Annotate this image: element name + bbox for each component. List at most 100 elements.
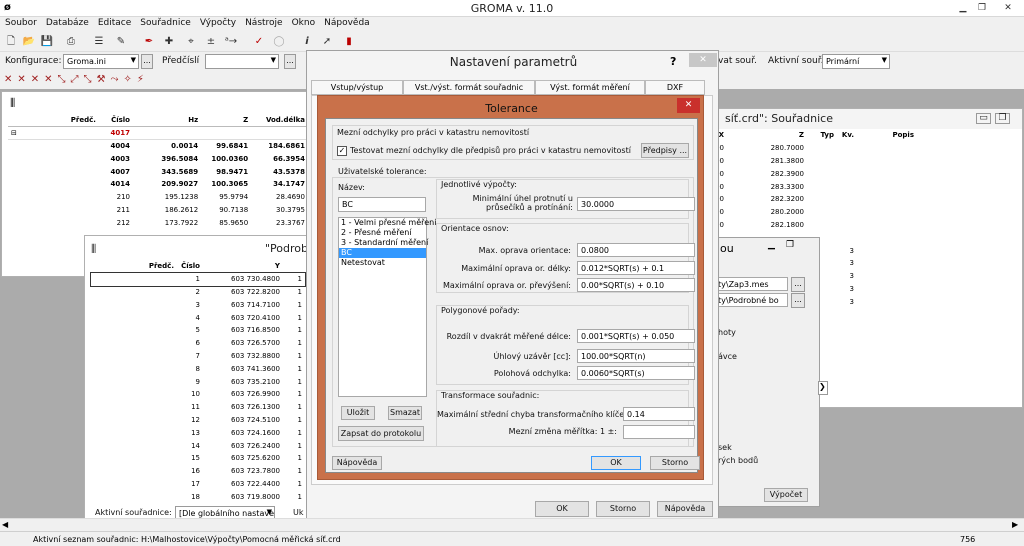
- tab-1[interactable]: Vst./výst. formát souřadnic: [403, 80, 535, 95]
- list-item[interactable]: 1 - Velmi přesné měření: [339, 218, 436, 228]
- list-item[interactable]: Netestovat: [339, 258, 426, 268]
- tab-3[interactable]: DXF: [645, 80, 705, 95]
- pos-dev-field[interactable]: 0.0060*SQRT(s): [577, 366, 695, 380]
- mes-browse-button[interactable]: ...: [791, 277, 805, 292]
- params-ok-button[interactable]: OK: [535, 501, 589, 517]
- column-header[interactable]: Popis: [857, 129, 917, 142]
- bod-browse-button[interactable]: ...: [791, 293, 805, 308]
- column-header[interactable]: Předč.: [8, 114, 99, 127]
- protocol-button[interactable]: Zapsat do protokolu: [338, 426, 424, 441]
- predcisli-browse-button[interactable]: ...: [284, 54, 296, 69]
- table-row[interactable]: 7 603 732.8800 1: [91, 350, 305, 363]
- table-row[interactable]: 700281.3800: [703, 155, 917, 168]
- minimize-icon[interactable]: ▁: [955, 2, 971, 14]
- open-folder-icon[interactable]: 📂: [22, 35, 36, 49]
- new-file-icon[interactable]: 🗋: [4, 35, 18, 49]
- list-item[interactable]: BC: [339, 248, 426, 258]
- menu-7[interactable]: Nápověda: [319, 17, 374, 28]
- restore-icon[interactable]: ❐: [786, 240, 794, 250]
- table-row[interactable]: 8 603 741.3600 1: [91, 362, 305, 375]
- plus-minus-icon[interactable]: ±: [204, 35, 218, 49]
- minimize-icon[interactable]: ▭: [976, 113, 991, 124]
- horizontal-scrollbar[interactable]: ◀ ▶: [0, 518, 1024, 531]
- table-row[interactable]: 700282.3900: [703, 167, 917, 180]
- table-row[interactable]: 4004 0.0014 99.6841 184.6861: [8, 140, 308, 153]
- table-row[interactable]: 700282.3200: [703, 193, 917, 206]
- tab-2[interactable]: Výst. formát měření: [535, 80, 645, 95]
- column-header[interactable]: Vod.délka: [251, 114, 308, 127]
- column-header[interactable]: Číslo: [99, 114, 133, 127]
- mes-file-field[interactable]: ty\Zap3.mes: [714, 277, 788, 291]
- menu-2[interactable]: Editace: [93, 17, 135, 28]
- tab-0[interactable]: Vstup/výstup: [311, 80, 403, 95]
- group-row[interactable]: ⊟ 4017: [8, 127, 308, 140]
- edit-document-icon[interactable]: ✎: [114, 35, 128, 49]
- table-row[interactable]: 4007 343.5689 98.9471 43.5378: [8, 165, 308, 178]
- scroll-right-icon[interactable]: ▶: [1012, 520, 1018, 529]
- min-angle-field[interactable]: 30.0000: [577, 197, 695, 211]
- table-row[interactable]: 210 195.1238 95.9794 28.4690: [8, 191, 308, 204]
- max-length-field[interactable]: 0.012*SQRT(s) + 0.1: [577, 261, 695, 275]
- table-row[interactable]: 4003 396.5084 100.0360 66.3954: [8, 152, 308, 165]
- menu-0[interactable]: Soubor: [0, 17, 41, 28]
- table-row[interactable]: 10 603 726.9900 1: [91, 388, 305, 401]
- diff-field[interactable]: 0.001*SQRT(s) + 0.050: [577, 329, 695, 343]
- table-row[interactable]: 14 603 726.2400 1: [91, 439, 305, 452]
- table-row[interactable]: 1 603 730.4800 1: [90, 271, 306, 287]
- column-header[interactable]: Předč.: [91, 260, 177, 273]
- close-icon[interactable]: ✕: [689, 53, 717, 67]
- minimize-icon[interactable]: ▁: [768, 240, 775, 250]
- menu-3[interactable]: Souřadnice: [135, 17, 195, 28]
- drawing-tools-icons[interactable]: ✕✕✕✕⤡⤢⤡⚒⤳✧⚡: [4, 74, 149, 85]
- menu-1[interactable]: Databáze: [41, 17, 93, 28]
- params-help-button[interactable]: Nápověda: [657, 501, 713, 517]
- table-row[interactable]: 11 603 726.1300 1: [91, 401, 305, 414]
- table-row[interactable]: 16 603 723.7800 1: [91, 465, 305, 478]
- document-icon[interactable]: ☰: [92, 35, 106, 49]
- scroll-left-icon[interactable]: ◀: [2, 520, 8, 529]
- table-row[interactable]: 6 603 726.5700 1: [91, 337, 305, 350]
- max-height-field[interactable]: 0.00*SQRT(s) + 0.10: [577, 278, 695, 292]
- book-icon[interactable]: ▮: [342, 35, 356, 49]
- expand-icon[interactable]: ⊟: [8, 127, 99, 140]
- predcisli-select[interactable]: ▼: [205, 54, 279, 69]
- collapse-arrow-icon[interactable]: ❯: [818, 381, 828, 395]
- trans-err-field[interactable]: 0.14: [623, 407, 695, 421]
- info-icon[interactable]: i: [300, 35, 314, 49]
- konfigurace-select[interactable]: Groma.ini ▼: [63, 54, 139, 69]
- tolerance-ok-button[interactable]: OK: [591, 456, 641, 470]
- save-button[interactable]: Uložit: [341, 406, 375, 420]
- tolerance-cancel-button[interactable]: Storno: [650, 456, 700, 470]
- table-row[interactable]: 700280.7000: [703, 142, 917, 155]
- bod-file-field[interactable]: ty\Podrobné bo: [714, 293, 788, 307]
- column-header[interactable]: Typ: [807, 129, 837, 142]
- params-cancel-button[interactable]: Storno: [596, 501, 650, 517]
- table-row[interactable]: 5 603 716.8500 1: [91, 324, 305, 337]
- close-icon[interactable]: ✕: [1000, 2, 1016, 14]
- table-row[interactable]: 15 603 725.6200 1: [91, 452, 305, 465]
- list-item[interactable]: 2 - Přesné měření: [339, 228, 426, 238]
- name-field[interactable]: BC: [338, 197, 426, 212]
- table-row[interactable]: 18 603 719.8000 1: [91, 490, 305, 503]
- menu-5[interactable]: Nástroje: [240, 17, 287, 28]
- print-icon[interactable]: ⎙: [64, 35, 78, 49]
- restore-icon[interactable]: ❐: [995, 113, 1010, 124]
- table-row[interactable]: 13 603 724.1600 1: [91, 426, 305, 439]
- max-orient-field[interactable]: 0.0800: [577, 243, 695, 257]
- table-row[interactable]: 17 603 722.4400 1: [91, 478, 305, 491]
- ab-transform-icon[interactable]: ᵃ→: [224, 35, 238, 49]
- arrow-icon[interactable]: ➚: [320, 35, 334, 49]
- window-drag-icon[interactable]: ⦀: [91, 242, 96, 257]
- column-header[interactable]: Číslo: [177, 260, 203, 273]
- table-row[interactable]: 2 603 722.8200 1: [91, 286, 305, 299]
- aktivni-sour-select[interactable]: Primární ▼: [822, 54, 890, 69]
- vypocet-button[interactable]: Výpočet: [764, 488, 808, 502]
- restore-icon[interactable]: ❐: [974, 2, 990, 14]
- konfigurace-browse-button[interactable]: ...: [141, 54, 153, 69]
- tolerance-list[interactable]: 1 - Velmi přesné měření 2 - Přesné měření…: [338, 217, 436, 397]
- table-row[interactable]: 700283.3300: [703, 180, 917, 193]
- table-row[interactable]: 9 603 735.2100 1: [91, 375, 305, 388]
- table-row[interactable]: 12 603 724.5100 1: [91, 414, 305, 427]
- table-row[interactable]: 3 603 714.7100 1: [91, 298, 305, 311]
- column-header[interactable]: Z: [201, 114, 251, 127]
